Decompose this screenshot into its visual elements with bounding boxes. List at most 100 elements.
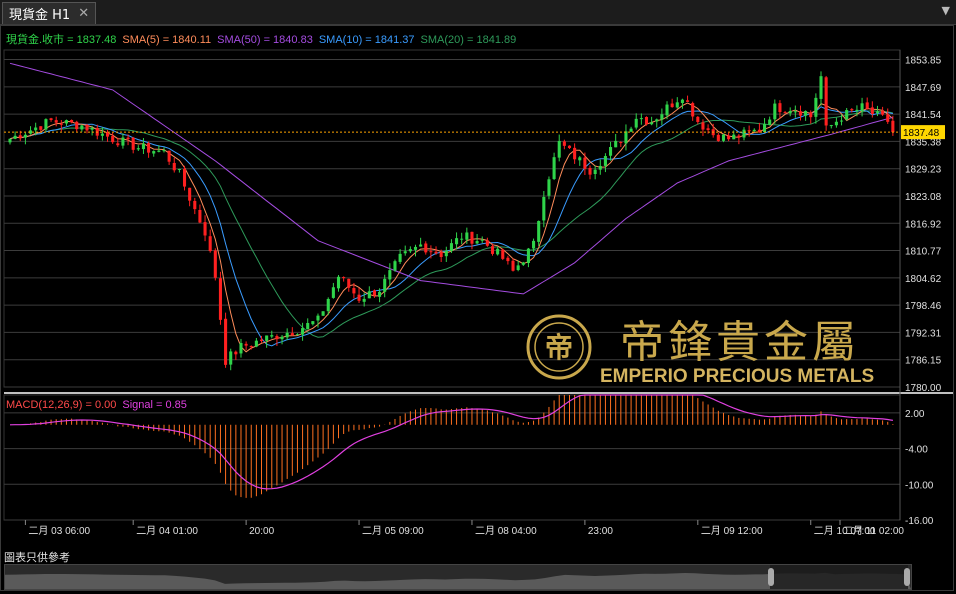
scrollbar-preview — [5, 565, 911, 589]
candle-body — [439, 252, 443, 258]
candle-body — [773, 103, 777, 120]
candle-body — [716, 134, 720, 141]
candle-body — [203, 222, 207, 236]
candle-body — [506, 257, 510, 262]
candle-body — [64, 120, 69, 124]
candle-body — [352, 288, 356, 294]
candle-body — [424, 243, 428, 253]
candle-body — [691, 103, 695, 117]
candle-body — [798, 111, 803, 116]
candle-body — [583, 157, 587, 169]
candle-body — [845, 110, 849, 120]
x-tick-label: 23:00 — [588, 526, 613, 537]
candle-body — [639, 118, 643, 120]
candle-body — [383, 278, 387, 292]
candle-body — [34, 127, 38, 131]
x-tick-label: 二月 08 04:00 — [475, 525, 537, 537]
tab-chart[interactable]: 現貨金 H1 ✕ — [2, 2, 97, 24]
candle-body — [603, 156, 607, 166]
price-tick-label: 1841.54 — [905, 110, 942, 121]
candle-body — [865, 102, 869, 109]
candle-body — [413, 246, 418, 250]
candle-body — [116, 143, 120, 146]
candle-body — [357, 294, 361, 301]
candle-body — [152, 151, 156, 154]
candle-body — [675, 102, 679, 108]
candle-body — [100, 133, 104, 136]
candle-body — [557, 141, 561, 158]
candle-body — [501, 249, 505, 259]
candle-body — [218, 278, 222, 320]
candle-body — [588, 167, 592, 175]
candle-body — [372, 290, 376, 296]
candle-body — [567, 145, 572, 149]
candle-body — [737, 135, 741, 138]
tab-bar: 現貨金 H1 ✕ ▼ — [0, 0, 956, 25]
candle-body — [696, 116, 700, 122]
candle-body — [408, 249, 412, 252]
candle-body — [80, 125, 84, 130]
candle-body — [75, 121, 79, 130]
x-tick-label: 20:00 — [249, 526, 274, 537]
legend-item: SMA(20) = 1841.89 — [421, 34, 517, 46]
main-legend: 現貨金.收市 = 1837.48 SMA(5) = 1840.11 SMA(50) … — [6, 32, 516, 46]
close-icon[interactable]: ✕ — [78, 6, 89, 21]
candle-body — [419, 244, 423, 247]
candle-body — [429, 251, 433, 253]
candle-body — [234, 351, 238, 355]
candle-body — [619, 142, 623, 144]
chart-scrollbar[interactable] — [4, 564, 912, 590]
candle-body — [85, 124, 89, 131]
candle-body — [650, 122, 654, 125]
candle-body — [444, 250, 448, 257]
candle-body — [403, 251, 407, 254]
candle-body — [13, 135, 17, 139]
candle-body — [316, 315, 320, 321]
legend-item: 現貨金.收市 = 1837.48 — [6, 32, 116, 46]
candle-body — [244, 343, 248, 346]
macd-tick-label: -4.00 — [905, 445, 928, 456]
candle-body — [147, 143, 151, 153]
candle-body — [70, 120, 74, 123]
candle-body — [593, 169, 597, 174]
candle-body — [511, 260, 515, 271]
candle-body — [686, 100, 690, 102]
legend-item: SMA(5) = 1840.11 — [122, 34, 211, 46]
scrollbar-handle-left — [768, 568, 774, 586]
candle-body — [742, 129, 746, 138]
candle-body — [136, 148, 140, 150]
candle-body — [706, 128, 710, 131]
chevron-down-icon[interactable]: ▼ — [942, 4, 950, 17]
candle-body — [598, 165, 602, 170]
candle-body — [562, 141, 566, 146]
candle-body — [485, 240, 489, 246]
candle-body — [105, 132, 110, 137]
candle-body — [342, 277, 346, 279]
candle-body — [747, 130, 751, 132]
candle-body — [8, 138, 12, 143]
candle-body — [59, 123, 63, 125]
macd-tick-label: -10.00 — [905, 480, 934, 491]
price-tick-label: 1804.62 — [905, 274, 942, 285]
candle-body — [480, 239, 484, 241]
candle-body — [763, 123, 767, 133]
price-tick-label: 1816.92 — [905, 219, 942, 230]
candle-body — [265, 335, 269, 341]
candle-body — [111, 136, 115, 143]
candle-body — [701, 122, 705, 130]
watermark-english: EMPERIO PRECIOUS METALS — [600, 366, 874, 387]
candle-body — [208, 236, 212, 252]
candle-body — [39, 126, 43, 130]
candle-body — [311, 321, 315, 325]
candle-body — [839, 120, 844, 122]
scrollbar-thumb — [770, 565, 908, 589]
candle-body — [624, 131, 628, 144]
candle-body — [788, 110, 792, 114]
candle-body — [378, 291, 382, 297]
candle-body — [778, 103, 782, 113]
candle-body — [814, 97, 818, 117]
legend-item: Signal = 0.85 — [122, 399, 187, 411]
candle-body — [532, 240, 536, 249]
candle-body — [891, 120, 895, 133]
candle-body — [460, 238, 464, 240]
